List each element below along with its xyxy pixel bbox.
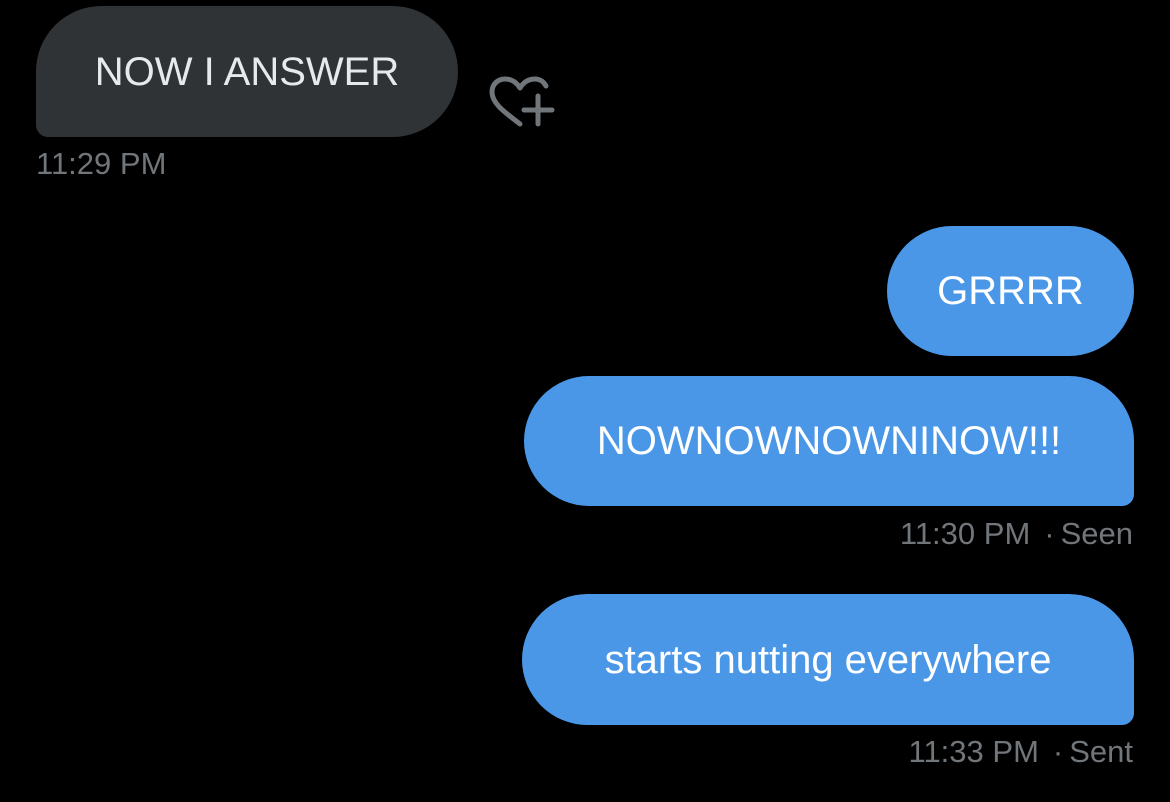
outgoing-message-bubble[interactable]: GRRRR: [887, 226, 1134, 356]
read-status: Seen: [1060, 516, 1133, 551]
message-status-line: 11:30 PM · Seen: [900, 516, 1133, 552]
message-text: NOW I ANSWER: [94, 49, 400, 94]
delivery-status: Sent: [1069, 734, 1133, 769]
timestamp-text: 11:30 PM: [899, 516, 1031, 551]
message-timestamp: 11:29 PM: [36, 146, 166, 182]
message-text: starts nutting everywhere: [604, 637, 1052, 682]
timestamp-text: 11:33 PM: [908, 734, 1039, 769]
incoming-message-bubble[interactable]: NOW I ANSWER: [36, 6, 458, 137]
outgoing-message-bubble[interactable]: NOWNOWNOWNINOW!!!: [524, 376, 1134, 506]
message-text: NOWNOWNOWNINOW!!!: [596, 419, 1062, 463]
message-status-line: 11:33 PM · Sent: [909, 734, 1134, 770]
message-text: GRRRR: [937, 269, 1084, 313]
outgoing-message-bubble[interactable]: starts nutting everywhere: [522, 594, 1134, 725]
add-reaction-button[interactable]: [484, 72, 556, 132]
separator-dot: ·: [1044, 516, 1055, 551]
timestamp-text: 11:29 PM: [36, 146, 167, 181]
heart-plus-icon: [489, 76, 555, 127]
separator-dot: ·: [1052, 734, 1064, 769]
